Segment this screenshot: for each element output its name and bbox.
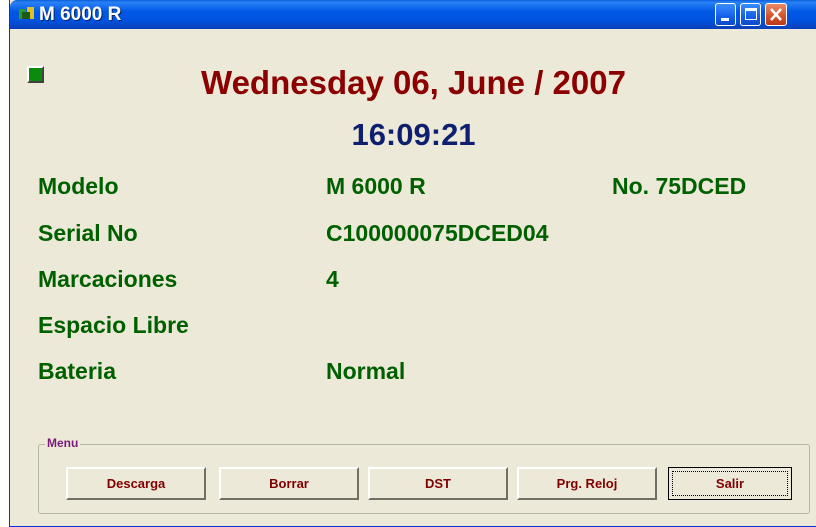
date-display: Wednesday 06, June / 2007 — [201, 64, 626, 101]
prg-reloj-button[interactable]: Prg. Reloj — [517, 467, 657, 500]
bateria-value: Normal — [326, 358, 406, 384]
espacio-libre-label: Espacio Libre — [38, 312, 189, 338]
descarga-button[interactable]: Descarga — [66, 467, 206, 500]
minimize-icon — [721, 18, 729, 21]
menu-legend: Menu — [45, 436, 81, 450]
close-button[interactable] — [765, 3, 787, 26]
modelo-number: No. 75DCED — [612, 173, 747, 199]
borrar-button[interactable]: Borrar — [219, 467, 359, 500]
main-window: M 6000 R Wednesday 06, June / 2007 16:09… — [9, 0, 816, 527]
salir-button[interactable]: Salir — [668, 467, 792, 500]
title-bar[interactable]: M 6000 R — [10, 0, 816, 29]
minimize-button[interactable] — [715, 3, 736, 26]
maximize-button[interactable] — [740, 3, 761, 26]
maximize-icon — [745, 8, 757, 20]
marcaciones-label: Marcaciones — [38, 266, 178, 292]
serial-value: C100000075DCED04 — [326, 220, 549, 246]
bateria-label: Bateria — [38, 358, 116, 384]
modelo-value: M 6000 R — [326, 173, 426, 199]
time-display: 16:09:21 — [351, 117, 476, 152]
focus-outline — [672, 471, 788, 496]
app-logo-icon[interactable] — [18, 6, 36, 22]
close-icon — [770, 8, 782, 21]
marcaciones-value: 4 — [326, 266, 339, 292]
window-title: M 6000 R — [39, 4, 122, 25]
serial-label: Serial No — [38, 220, 138, 246]
dst-button[interactable]: DST — [368, 467, 508, 500]
modelo-label: Modelo — [38, 173, 119, 199]
